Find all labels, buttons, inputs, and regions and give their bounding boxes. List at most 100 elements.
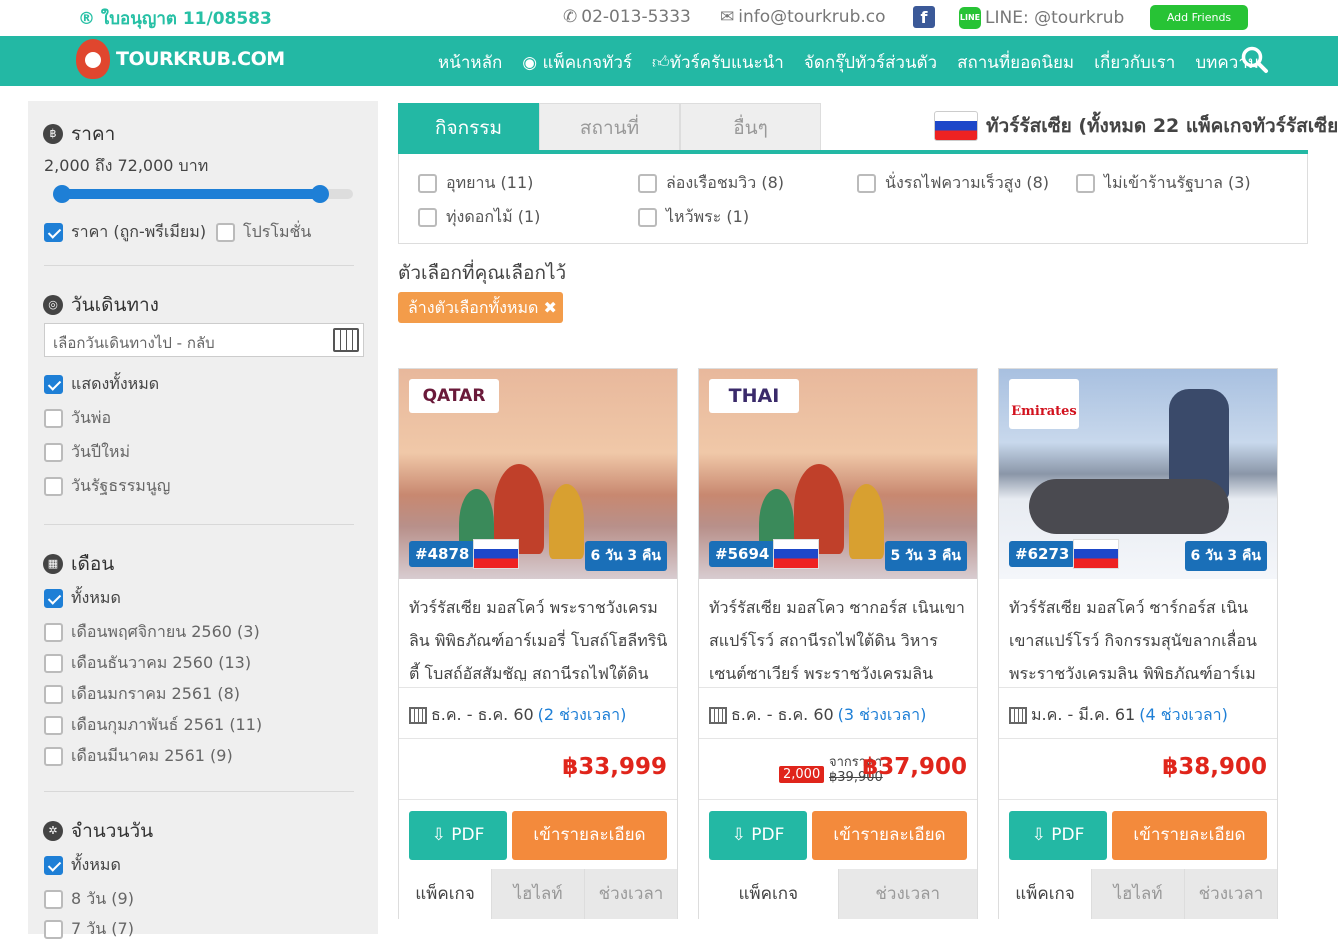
nav-item-private-group[interactable]: จัดกรุ๊ปทัวร์ส่วนตัว xyxy=(804,49,937,76)
tab-activities[interactable]: กิจกรรม xyxy=(398,103,539,151)
month-option[interactable]: เดือนกุมภาพันธ์ 2561 (11) xyxy=(44,713,262,738)
nav-item-recommended[interactable]: 👍︎ทัวร์ครับแนะนำ xyxy=(652,49,784,76)
nav-item-home[interactable]: หน้าหลัก xyxy=(438,49,502,76)
card-tab-package[interactable]: แพ็คเกจ xyxy=(399,869,491,919)
line-contact[interactable]: LINE LINE: @tourkrub xyxy=(959,7,1124,29)
card-tab-highlights[interactable]: ไฮไลท์ xyxy=(1091,869,1184,919)
days-option-label: ทั้งหมด xyxy=(71,855,121,874)
airline-logo: QATAR xyxy=(409,379,499,413)
card-tab-package[interactable]: แพ็คเกจ xyxy=(999,869,1091,919)
pdf-download-button[interactable]: ⇩ PDF xyxy=(1009,811,1107,860)
phone-contact[interactable]: ✆ 02-013-5333 xyxy=(563,7,691,27)
nav-item-packages-label: แพ็คเกจทัวร์ xyxy=(542,53,633,73)
date-input-placeholder: เลือกวันเดินทางไป - กลับ xyxy=(53,334,215,352)
days-option-label: 7 วัน (7) xyxy=(71,919,134,938)
tour-title[interactable]: ทัวร์รัสเซีย มอสโคว์ ซาร์กอร์ส เนินเขาสแ… xyxy=(1009,591,1269,681)
activity-label: ไม่เข้าร้านรัฐบาล (3) xyxy=(1104,173,1251,192)
date-title-text: วันเดินทาง xyxy=(71,294,159,316)
tour-image-moscow[interactable]: QATAR #4878 6 วัน 3 คืน xyxy=(399,369,677,579)
facebook-icon[interactable]: f xyxy=(913,6,935,28)
email-contact[interactable]: ✉ info@tourkrub.co xyxy=(720,7,886,27)
calendar-icon[interactable] xyxy=(333,328,359,352)
view-details-button[interactable]: เข้ารายละเอียด xyxy=(1112,811,1267,860)
activity-option[interactable]: ทุ่งดอกไม้ (1) xyxy=(418,205,540,230)
activity-option[interactable]: ไม่เข้าร้านรัฐบาล (3) xyxy=(1076,171,1251,196)
tour-title[interactable]: ทัวร์รัสเซีย มอสโคว ซากอร์ส เนินเขาสแปร์… xyxy=(709,591,969,681)
days-option[interactable]: 7 วัน (7) xyxy=(44,917,134,942)
days-option-label: 8 วัน (9) xyxy=(71,889,134,908)
checkbox-unchecked xyxy=(418,174,437,193)
activity-option[interactable]: ล่องเรือชมวิว (8) xyxy=(638,171,784,196)
tour-price: ฿33,999 xyxy=(562,754,667,780)
tour-image-moscow[interactable]: THAI #5694 5 วัน 3 คืน xyxy=(699,369,977,579)
month-option[interactable]: ทั้งหมด xyxy=(44,586,121,611)
line-icon: LINE xyxy=(959,7,981,29)
period-slots-link[interactable]: (2 ช่วงเวลา) xyxy=(538,703,627,728)
month-option[interactable]: เดือนมีนาคม 2561 (9) xyxy=(44,744,233,769)
download-icon: ⇩ xyxy=(731,825,752,845)
card-tab-highlights[interactable]: ไฮไลท์ xyxy=(491,869,584,919)
nav-item-recommended-label: ทัวร์ครับแนะนำ xyxy=(669,53,784,73)
promotion-checkbox[interactable]: โปรโมชั่น xyxy=(216,220,311,245)
tour-price: ฿37,900 xyxy=(862,754,967,780)
days-option[interactable]: ทั้งหมด xyxy=(44,853,121,878)
date-option-constitution-day[interactable]: วันรัฐธรรมนูญ xyxy=(44,474,170,499)
card-tab-periods[interactable]: ช่วงเวลา xyxy=(837,869,977,919)
month-option[interactable]: เดือนมกราคม 2561 (8) xyxy=(44,682,240,707)
nav-item-about[interactable]: เกี่ยวกับเรา xyxy=(1094,49,1175,76)
divider xyxy=(699,738,977,739)
logo-bird-icon xyxy=(76,39,110,79)
month-option[interactable]: เดือนพฤศจิกายน 2560 (3) xyxy=(44,620,260,645)
clear-all-filters-button[interactable]: ล้างตัวเลือกทั้งหมด ✖ xyxy=(398,292,563,323)
tab-others[interactable]: อื่นๆ xyxy=(680,103,821,151)
checkbox-unchecked xyxy=(44,409,63,428)
calendar-icon xyxy=(709,707,727,724)
add-friends-button[interactable]: Add Friends xyxy=(1150,5,1248,30)
period-text: ม.ค. - มี.ค. 61 xyxy=(1031,705,1136,724)
duration-badge: 5 วัน 3 คืน xyxy=(884,541,967,571)
price-slider-max-handle[interactable] xyxy=(311,185,329,203)
period-slots-link[interactable]: (3 ช่วงเวลา) xyxy=(838,703,927,728)
price-slider-min-handle[interactable] xyxy=(53,185,71,203)
date-option-all[interactable]: แสดงทั้งหมด xyxy=(44,372,159,397)
period-slots-link[interactable]: (4 ช่วงเวลา) xyxy=(1139,703,1228,728)
card-tab-periods[interactable]: ช่วงเวลา xyxy=(1184,869,1277,919)
nav-item-packages[interactable]: ◉ แพ็คเกจทัวร์ xyxy=(522,49,632,76)
date-option-label: แสดงทั้งหมด xyxy=(71,374,160,393)
tab-places[interactable]: สถานที่ xyxy=(539,103,680,151)
search-icon[interactable] xyxy=(1241,46,1269,74)
divider xyxy=(399,687,677,688)
nav-item-popular-places[interactable]: สถานที่ยอดนิยม xyxy=(957,49,1074,76)
activity-option[interactable]: อุทยาน (11) xyxy=(418,171,533,196)
tour-image-dog-sled[interactable]: Emirates #6273 6 วัน 3 คืน xyxy=(999,369,1277,579)
date-option-fathers-day[interactable]: วันพ่อ xyxy=(44,406,111,431)
card-tab-package[interactable]: แพ็คเกจ xyxy=(699,869,838,919)
month-option[interactable]: เดือนธันวาคม 2560 (13) xyxy=(44,651,251,676)
card-tab-periods[interactable]: ช่วงเวลา xyxy=(584,869,677,919)
price-range-text: 2,000 ถึง 72,000 บาท xyxy=(44,156,209,175)
travel-period: ธ.ค. - ธ.ค. 60 (2 ช่วงเวลา) xyxy=(409,703,626,728)
travel-date-input[interactable]: เลือกวันเดินทางไป - กลับ xyxy=(44,323,364,357)
sort-price-checkbox[interactable]: ราคา (ถูก-พรีเมียม) xyxy=(44,220,206,245)
date-option-label: วันปีใหม่ xyxy=(71,442,130,461)
mail-icon: ✉ xyxy=(720,7,735,27)
checkbox-unchecked xyxy=(44,654,63,673)
activity-option[interactable]: ไหว้พระ (1) xyxy=(638,205,749,230)
globe-icon: ◉ xyxy=(522,53,543,73)
pdf-download-button[interactable]: ⇩ PDF xyxy=(409,811,507,860)
travel-period: ธ.ค. - ธ.ค. 60 (3 ช่วงเวลา) xyxy=(709,703,926,728)
view-details-button[interactable]: เข้ารายละเอียด xyxy=(812,811,967,860)
price-slider[interactable] xyxy=(53,185,353,203)
cathedral-shape xyxy=(849,484,884,559)
checkbox-unchecked xyxy=(216,223,235,242)
tour-title[interactable]: ทัวร์รัสเซีย มอสโคว์ พระราชวังเครมลิน พิ… xyxy=(409,591,669,681)
activity-option[interactable]: นั่งรถไฟความเร็วสูง (8) xyxy=(857,171,1049,196)
pdf-download-button[interactable]: ⇩ PDF xyxy=(709,811,807,860)
sled-dogs-shape xyxy=(1029,479,1229,534)
days-option[interactable]: 8 วัน (9) xyxy=(44,887,134,912)
view-details-button[interactable]: เข้ารายละเอียด xyxy=(512,811,667,860)
divider xyxy=(699,799,977,800)
site-logo[interactable]: TOURKRUB.COM xyxy=(76,39,285,79)
russia-flag-icon xyxy=(934,111,978,141)
date-option-new-year[interactable]: วันปีใหม่ xyxy=(44,440,130,465)
